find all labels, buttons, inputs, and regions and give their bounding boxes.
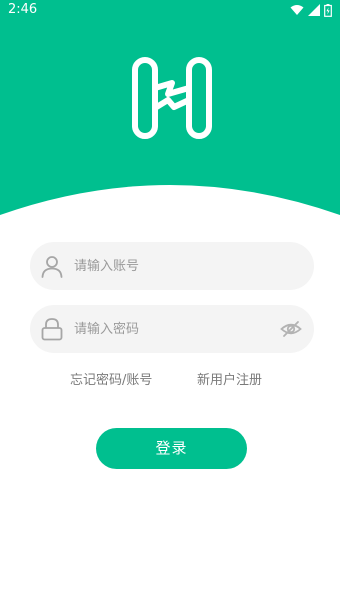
status-icons — [290, 3, 332, 17]
status-time: 2:46 — [8, 2, 38, 17]
signal-icon — [308, 4, 320, 16]
forgot-password-link[interactable]: 忘记密码/账号 — [70, 372, 152, 390]
header-curve — [0, 185, 340, 235]
battery-icon — [324, 3, 332, 17]
username-field[interactable] — [30, 242, 314, 290]
user-icon — [41, 256, 63, 278]
wifi-icon — [290, 5, 304, 15]
lock-icon — [41, 318, 63, 341]
h-logo-icon — [132, 57, 212, 139]
password-input[interactable] — [74, 305, 274, 353]
register-link[interactable]: 新用户注册 — [197, 372, 262, 390]
status-bar: 2:46 — [0, 0, 340, 22]
username-input[interactable] — [74, 242, 274, 290]
password-field[interactable] — [30, 305, 314, 353]
eye-hidden-icon[interactable] — [280, 319, 302, 339]
login-button[interactable]: 登录 — [96, 428, 247, 469]
